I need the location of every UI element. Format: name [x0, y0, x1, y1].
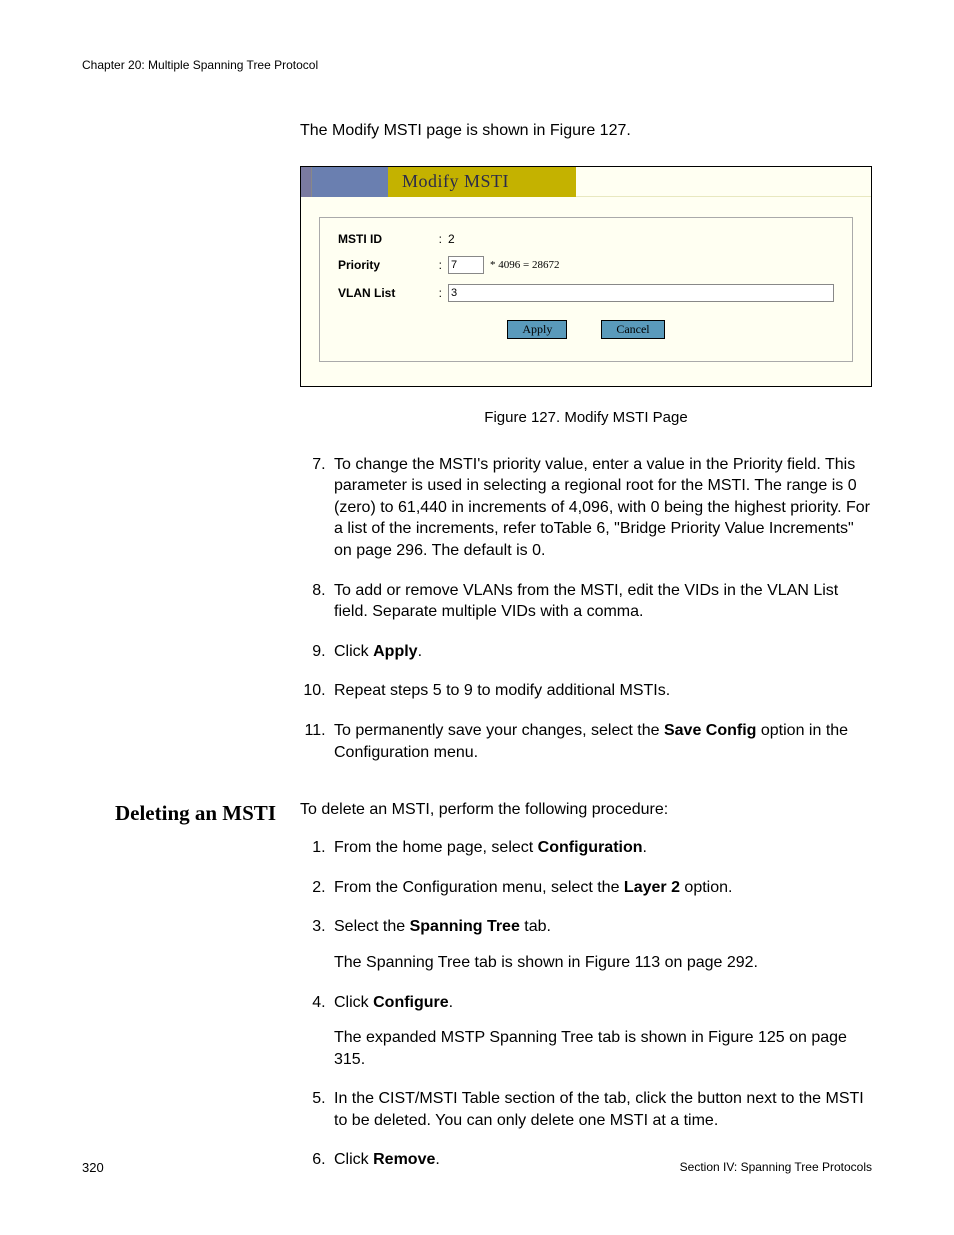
vlan-list-label: VLAN List: [338, 286, 416, 300]
step-9: Click Apply.: [330, 641, 872, 663]
title-bar-spacer: [312, 167, 388, 197]
priority-calc: * 4096 = 28672: [490, 259, 559, 271]
dialog-title: Modify MSTI: [388, 167, 576, 197]
step-10: Repeat steps 5 to 9 to modify additional…: [330, 680, 872, 702]
priority-label: Priority: [338, 258, 416, 272]
footer-section: Section IV: Spanning Tree Protocols: [680, 1160, 872, 1175]
chapter-header: Chapter 20: Multiple Spanning Tree Proto…: [82, 58, 872, 72]
step-b2: From the Configuration menu, select the …: [330, 877, 872, 899]
msti-id-value: 2: [448, 232, 834, 246]
step-8: To add or remove VLANs from the MSTI, ed…: [330, 580, 872, 623]
step-b4-note: The expanded MSTP Spanning Tree tab is s…: [334, 1027, 872, 1070]
step-b5: In the CIST/MSTI Table section of the ta…: [330, 1088, 872, 1131]
step-b4: Click Configure. The expanded MSTP Spann…: [330, 992, 872, 1071]
step-b1: From the home page, select Configuration…: [330, 837, 872, 859]
deleting-intro: To delete an MSTI, perform the following…: [300, 801, 872, 819]
step-b3: Select the Spanning Tree tab. The Spanni…: [330, 916, 872, 973]
window-corner: [301, 167, 312, 197]
page-number: 320: [82, 1160, 104, 1175]
steps-list-a: To change the MSTI's priority value, ent…: [300, 454, 872, 764]
steps-list-b: From the home page, select Configuration…: [300, 837, 872, 1171]
step-7: To change the MSTI's priority value, ent…: [330, 454, 872, 562]
vlan-list-input[interactable]: 3: [448, 284, 834, 302]
intro-paragraph: The Modify MSTI page is shown in Figure …: [300, 120, 872, 142]
figure-caption: Figure 127. Modify MSTI Page: [300, 409, 872, 426]
section-heading-deleting: Deleting an MSTI: [82, 801, 300, 826]
apply-button[interactable]: Apply: [507, 320, 567, 339]
msti-id-label: MSTI ID: [338, 232, 416, 246]
step-11: To permanently save your changes, select…: [330, 720, 872, 763]
step-b3-note: The Spanning Tree tab is shown in Figure…: [334, 952, 872, 974]
priority-input[interactable]: 7: [448, 256, 484, 274]
cancel-button[interactable]: Cancel: [601, 320, 664, 339]
figure-modify-msti: Modify MSTI MSTI ID : 2 Priority :: [300, 166, 872, 387]
